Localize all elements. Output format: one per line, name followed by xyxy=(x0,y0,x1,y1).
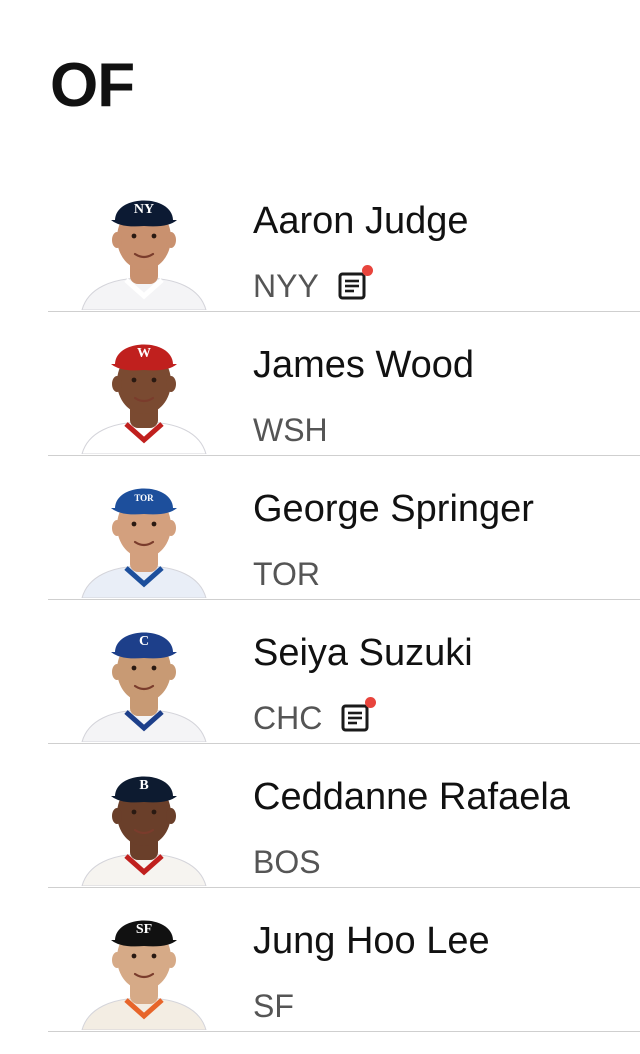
team-line: SF xyxy=(253,986,294,1026)
player-row[interactable]: B Ceddanne Rafaela BOS xyxy=(48,744,640,888)
player-headshot: W xyxy=(78,324,210,454)
notification-dot xyxy=(361,265,373,276)
headshot-illustration: B xyxy=(81,776,207,886)
player-row[interactable]: W James Wood WSH xyxy=(48,312,640,456)
team-line: TOR xyxy=(253,554,320,594)
player-headshot: B xyxy=(78,756,210,886)
news-icon[interactable] xyxy=(340,697,377,733)
player-row[interactable]: NY Aaron Judge NYY xyxy=(48,168,640,312)
player-name[interactable]: Ceddanne Rafaela xyxy=(253,774,570,820)
headshot-illustration: TOR xyxy=(81,488,207,598)
player-headshot: C xyxy=(78,612,210,742)
notification-dot xyxy=(365,697,377,708)
team-line: NYY xyxy=(253,265,373,306)
team-abbreviation: WSH xyxy=(253,412,328,448)
player-name[interactable]: Jung Hoo Lee xyxy=(253,918,490,964)
team-line: BOS xyxy=(253,842,321,882)
player-list: NY Aaron Judge NYY W James Wood WSH TOR … xyxy=(0,168,640,1032)
team-abbreviation: NYY xyxy=(253,268,319,304)
cap-logo: SF xyxy=(136,922,152,937)
player-name[interactable]: Seiya Suzuki xyxy=(253,630,473,676)
player-headshot: SF xyxy=(78,900,210,1030)
team-abbreviation: TOR xyxy=(253,556,320,592)
player-name[interactable]: James Wood xyxy=(253,342,474,388)
team-line: CHC xyxy=(253,697,377,738)
player-headshot: TOR xyxy=(78,468,210,598)
cap-logo: C xyxy=(139,634,149,649)
team-abbreviation: CHC xyxy=(253,700,323,736)
headshot-illustration: SF xyxy=(81,920,207,1030)
player-name[interactable]: George Springer xyxy=(253,486,534,532)
cap-logo: B xyxy=(139,778,148,793)
cap-logo: TOR xyxy=(134,493,154,503)
player-row[interactable]: TOR George Springer TOR xyxy=(48,456,640,600)
headshot-illustration: NY xyxy=(81,200,207,310)
news-icon[interactable] xyxy=(337,265,373,301)
player-name[interactable]: Aaron Judge xyxy=(253,198,469,244)
player-row[interactable]: C Seiya Suzuki CHC xyxy=(48,600,640,744)
position-heading: OF xyxy=(50,51,135,120)
team-abbreviation: SF xyxy=(253,988,294,1024)
cap-logo: NY xyxy=(134,202,154,217)
player-row[interactable]: SF Jung Hoo Lee SF xyxy=(48,888,640,1032)
players-page: OF NY Aaron Judge NYY W James Wood WSH T… xyxy=(0,0,640,1054)
player-headshot: NY xyxy=(78,180,210,310)
team-abbreviation: BOS xyxy=(253,844,321,880)
team-line: WSH xyxy=(253,410,328,450)
headshot-illustration: C xyxy=(81,632,207,742)
headshot-illustration: W xyxy=(81,344,207,454)
cap-logo: W xyxy=(137,346,151,361)
